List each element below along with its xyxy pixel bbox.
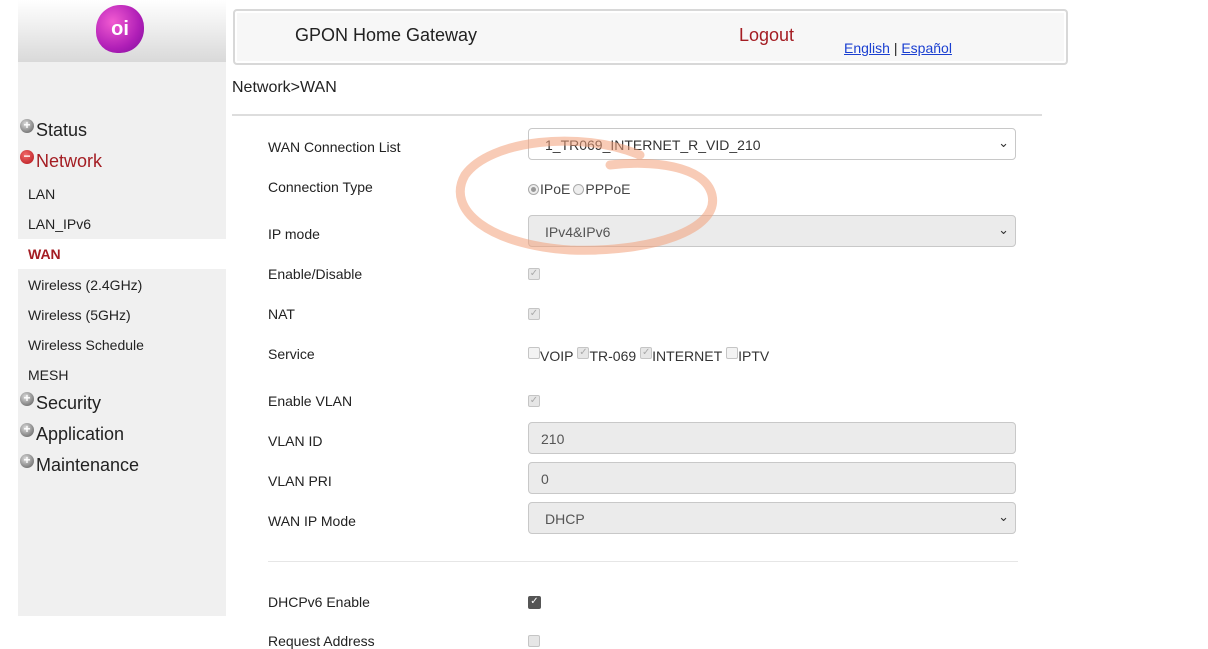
ip-mode-label: IP mode: [268, 226, 320, 242]
menu-network-label: Network: [36, 151, 103, 171]
service-label: Service: [268, 346, 315, 362]
logo-area: oi: [18, 0, 226, 62]
menu-status-label: Status: [36, 120, 88, 140]
connection-type-radio-group: IPoE PPPoE: [528, 181, 631, 197]
form-divider: [268, 561, 1018, 562]
vlan-pri-input[interactable]: 0: [528, 462, 1016, 494]
checkmark-icon: ✓: [529, 268, 539, 279]
vlan-id-value: 210: [541, 431, 565, 447]
vlan-pri-label: VLAN PRI: [268, 473, 332, 489]
wan-connection-list-value: 1_TR069_INTERNET_R_VID_210: [545, 137, 761, 153]
internet-checkbox[interactable]: ✓: [640, 347, 653, 359]
menu-maintenance[interactable]: + Maintenance: [20, 453, 140, 476]
sidebar-item-wireless-24[interactable]: Wireless (2.4GHz): [28, 277, 142, 293]
oi-logo: oi: [96, 5, 144, 53]
sidebar-item-mesh[interactable]: MESH: [28, 367, 68, 383]
wan-ip-mode-label: WAN IP Mode: [268, 513, 356, 529]
header-bar: GPON Home Gateway Logout English | Españ…: [233, 9, 1068, 65]
sidebar-item-lan[interactable]: LAN: [28, 186, 55, 202]
request-address-label: Request Address: [268, 633, 375, 649]
vlan-pri-value: 0: [541, 471, 549, 487]
sidebar-item-wireless-5[interactable]: Wireless (5GHz): [28, 307, 131, 323]
page-title: GPON Home Gateway: [295, 25, 478, 45]
sidebar-item-wan[interactable]: WAN: [28, 246, 61, 262]
voip-label: VOIP: [540, 348, 574, 364]
service-options: VOIP ✓ TR-069 ✓ INTERNET IPTV: [528, 347, 770, 364]
lang-spanish-link[interactable]: Español: [901, 40, 952, 56]
vlan-id-label: VLAN ID: [268, 433, 323, 449]
ipoe-radio-label: IPoE: [540, 181, 571, 197]
vlan-id-input[interactable]: 210: [528, 422, 1016, 454]
ip-mode-value: IPv4&IPv6: [545, 224, 611, 240]
enable-disable-label: Enable/Disable: [268, 266, 363, 282]
ipoe-radio[interactable]: [528, 183, 539, 195]
checkmark-icon: ✓: [529, 308, 539, 319]
wan-connection-list-select[interactable]: 1_TR069_INTERNET_R_VID_210 ⌄: [528, 128, 1016, 160]
dhcpv6-enable-label: DHCPv6 Enable: [268, 594, 370, 610]
enable-vlan-label: Enable VLAN: [268, 393, 353, 409]
checkmark-icon: ✓: [530, 596, 539, 607]
voip-checkbox[interactable]: [528, 347, 540, 359]
dhcpv6-enable-checkbox[interactable]: ✓: [528, 596, 541, 609]
request-address-checkbox[interactable]: [528, 635, 540, 647]
connection-type-label: Connection Type: [268, 179, 373, 195]
checkmark-icon: ✓: [529, 395, 539, 406]
lang-separator: |: [893, 40, 898, 56]
tr069-label: TR-069: [589, 348, 637, 364]
internet-label: INTERNET: [652, 348, 723, 364]
menu-security-label: Security: [36, 393, 102, 413]
ip-mode-select[interactable]: IPv4&IPv6 ⌄: [528, 215, 1016, 247]
checkmark-icon: ✓: [579, 347, 588, 358]
chevron-down-icon: ⌄: [998, 135, 1009, 150]
breadcrumb: Network>WAN: [232, 79, 337, 96]
enable-vlan-checkbox[interactable]: ✓: [528, 395, 540, 407]
plus-circle-icon: +: [20, 391, 34, 406]
wan-ip-mode-select[interactable]: DHCP ⌄: [528, 502, 1016, 534]
header-divider: [232, 114, 1042, 116]
menu-application[interactable]: + Application: [20, 422, 125, 445]
chevron-down-icon: ⌄: [998, 509, 1009, 524]
chevron-down-icon: ⌄: [998, 222, 1009, 237]
sidebar: oi + Status − Network LAN LAN_IPv6 WAN W…: [18, 0, 226, 616]
enable-disable-checkbox[interactable]: ✓: [528, 268, 540, 280]
nat-checkbox[interactable]: ✓: [528, 308, 540, 320]
sidebar-item-wireless-schedule[interactable]: Wireless Schedule: [28, 337, 144, 353]
logout-link[interactable]: Logout: [739, 25, 794, 46]
nat-label: NAT: [268, 306, 295, 322]
plus-circle-icon: +: [20, 422, 34, 437]
wan-connection-list-label: WAN Connection List: [268, 139, 401, 155]
iptv-label: IPTV: [738, 348, 770, 364]
checkmark-icon: ✓: [641, 347, 651, 358]
menu-network[interactable]: − Network: [20, 149, 103, 172]
sidebar-item-lan-ipv6[interactable]: LAN_IPv6: [28, 216, 91, 232]
pppoe-radio-label: PPPoE: [585, 181, 631, 197]
menu-security[interactable]: + Security: [20, 391, 102, 414]
menu-application-label: Application: [36, 424, 125, 444]
menu-maintenance-label: Maintenance: [36, 455, 140, 475]
minus-circle-icon: −: [20, 149, 34, 164]
language-selector: English | Español: [844, 40, 952, 56]
plus-circle-icon: +: [20, 118, 34, 133]
wan-ip-mode-value: DHCP: [545, 511, 585, 527]
menu-status[interactable]: + Status: [20, 118, 88, 141]
plus-circle-icon: +: [20, 453, 34, 468]
pppoe-radio[interactable]: [573, 183, 585, 195]
iptv-checkbox[interactable]: [726, 347, 739, 359]
tr069-checkbox[interactable]: ✓: [577, 347, 590, 359]
lang-english-link[interactable]: English: [844, 40, 890, 56]
